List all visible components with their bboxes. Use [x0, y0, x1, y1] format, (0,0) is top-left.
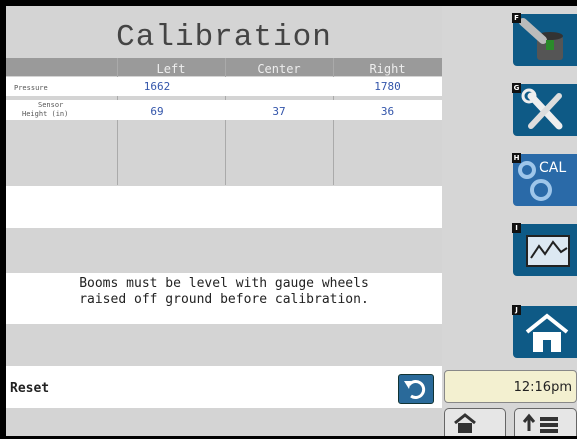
instruction-message: Booms must be level with gauge wheels ra… — [6, 273, 442, 324]
key-label-j: J — [512, 305, 521, 315]
home-icon — [525, 313, 569, 352]
pressure-left-value: 1662 — [143, 80, 171, 93]
up-arrow-grid-icon — [522, 413, 558, 433]
graph-monitor-icon — [526, 235, 570, 267]
key-label-i: I — [512, 223, 521, 233]
menu-tab[interactable] — [514, 408, 577, 436]
clock: 12:16pm — [444, 370, 577, 403]
row-label-sensor: Sensor — [38, 101, 64, 109]
reset-label: Reset — [10, 381, 50, 396]
column-header-center: Center — [257, 62, 301, 76]
row-label-height: Height (in) — [22, 110, 69, 118]
cal-label: CAL — [539, 160, 567, 176]
sensor-right-value: 36 — [380, 105, 395, 118]
sidebar-button-h[interactable]: H CAL — [512, 153, 577, 206]
undo-icon — [404, 380, 426, 399]
message-line-1: Booms must be level with gauge wheels — [79, 276, 369, 291]
pressure-right-value: 1780 — [374, 80, 401, 93]
sidebar-button-f[interactable]: F — [512, 13, 577, 66]
key-label-g: G — [512, 83, 521, 93]
message-line-2: raised off ground before calibration. — [79, 292, 369, 307]
sidebar-button-g[interactable]: G — [512, 83, 577, 136]
row-label-pressure: Pressure — [14, 84, 48, 92]
column-header-right: Right — [369, 62, 406, 76]
sensor-center-value: 37 — [272, 105, 286, 118]
reset-bar — [6, 366, 442, 408]
blank-row — [6, 186, 442, 228]
reset-button[interactable] — [398, 374, 434, 404]
page-title: Calibration — [116, 20, 332, 55]
tools-icon — [521, 88, 563, 130]
sensor-left-value: 69 — [150, 105, 164, 118]
home-icon — [454, 413, 476, 433]
sidebar-button-j[interactable]: J — [512, 305, 577, 358]
key-label-h: H — [512, 153, 521, 163]
paint-bucket-icon — [519, 18, 563, 60]
home-tab[interactable] — [444, 408, 506, 436]
sidebar-button-i[interactable]: I — [512, 223, 577, 276]
key-label-f: F — [512, 13, 521, 23]
column-header-left: Left — [156, 62, 186, 76]
